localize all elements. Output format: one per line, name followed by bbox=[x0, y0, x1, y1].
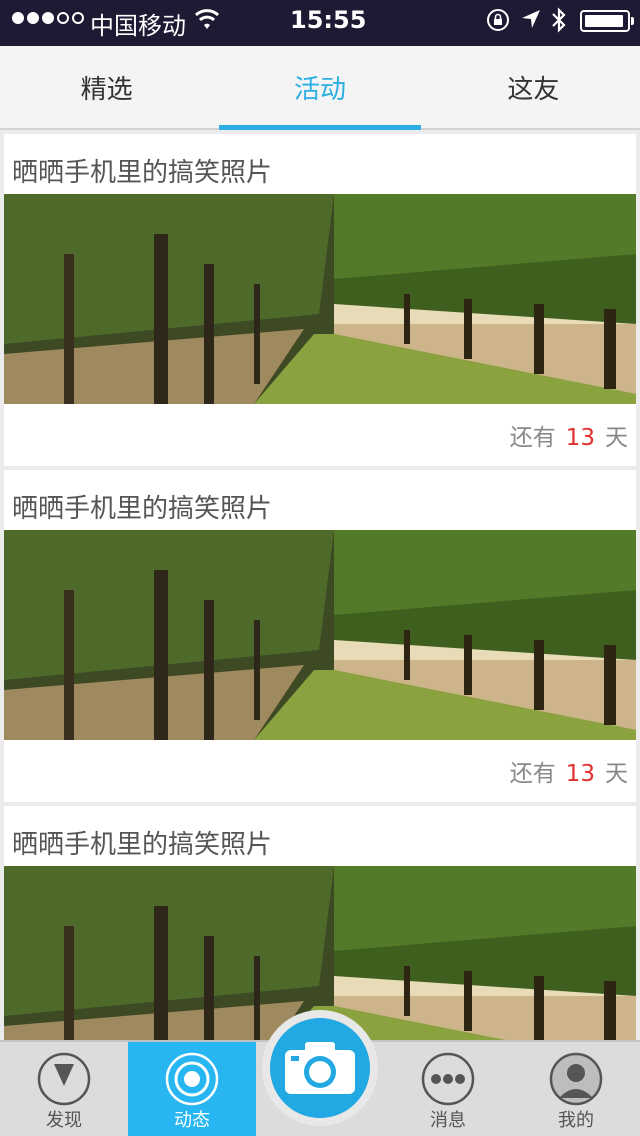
camera-icon bbox=[285, 1042, 355, 1094]
tab-featured[interactable]: 精选 bbox=[0, 46, 213, 128]
event-title: 晒晒手机里的搞笑照片 bbox=[12, 158, 273, 188]
location-arrow-icon bbox=[522, 10, 540, 28]
nav-messages[interactable]: 消息 bbox=[384, 1042, 512, 1136]
nav-discover[interactable]: 发现 bbox=[0, 1042, 128, 1136]
countdown-days: 13 bbox=[565, 761, 595, 787]
app-screen: 中国移动 15:55 精选 活动 这友 晒晒手机里的搞笑照片 还有 13 天 晒… bbox=[0, 0, 640, 1136]
tab-events[interactable]: 活动 bbox=[213, 46, 426, 130]
event-countdown: 还有 13 天 bbox=[510, 418, 628, 452]
tree-avenue-photo bbox=[4, 530, 636, 740]
countdown-prefix: 还有 bbox=[509, 425, 556, 451]
status-bar: 中国移动 15:55 bbox=[0, 0, 640, 46]
event-card[interactable]: 晒晒手机里的搞笑照片 bbox=[4, 470, 636, 802]
activity-icon bbox=[165, 1052, 219, 1106]
carrier-name: 中国移动 bbox=[90, 12, 186, 40]
nav-activity-label: 动态 bbox=[174, 1110, 210, 1131]
countdown-days: 13 bbox=[565, 425, 595, 451]
compass-icon bbox=[37, 1052, 91, 1106]
nav-activity[interactable]: 动态 bbox=[128, 1042, 256, 1136]
nav-messages-label: 消息 bbox=[430, 1110, 466, 1131]
camera-button-ring bbox=[262, 1010, 378, 1126]
top-tab-bar: 精选 活动 这友 bbox=[0, 46, 640, 130]
nav-discover-label: 发现 bbox=[46, 1110, 82, 1131]
tree-avenue-photo bbox=[4, 194, 636, 404]
bluetooth-icon bbox=[552, 7, 566, 33]
event-title: 晒晒手机里的搞笑照片 bbox=[12, 494, 273, 524]
event-countdown: 还有 13 天 bbox=[510, 754, 628, 788]
tab-friends[interactable]: 这友 bbox=[427, 46, 640, 128]
status-time: 15:55 bbox=[290, 6, 367, 34]
nav-profile-label: 我的 bbox=[558, 1110, 594, 1131]
event-image[interactable] bbox=[4, 530, 636, 740]
event-image[interactable] bbox=[4, 194, 636, 404]
rotation-lock-icon bbox=[487, 9, 509, 31]
countdown-suffix: 天 bbox=[605, 761, 628, 787]
countdown-suffix: 天 bbox=[605, 425, 628, 451]
profile-icon bbox=[549, 1052, 603, 1106]
countdown-prefix: 还有 bbox=[509, 761, 556, 787]
camera-button[interactable] bbox=[270, 1018, 370, 1118]
signal-strength-icon bbox=[12, 12, 84, 24]
battery-icon bbox=[580, 10, 634, 32]
event-card[interactable]: 晒晒手机里的搞笑照片 bbox=[4, 134, 636, 466]
nav-profile[interactable]: 我的 bbox=[512, 1042, 640, 1136]
event-title: 晒晒手机里的搞笑照片 bbox=[12, 830, 273, 860]
message-icon bbox=[421, 1052, 475, 1106]
wifi-icon bbox=[194, 9, 220, 29]
